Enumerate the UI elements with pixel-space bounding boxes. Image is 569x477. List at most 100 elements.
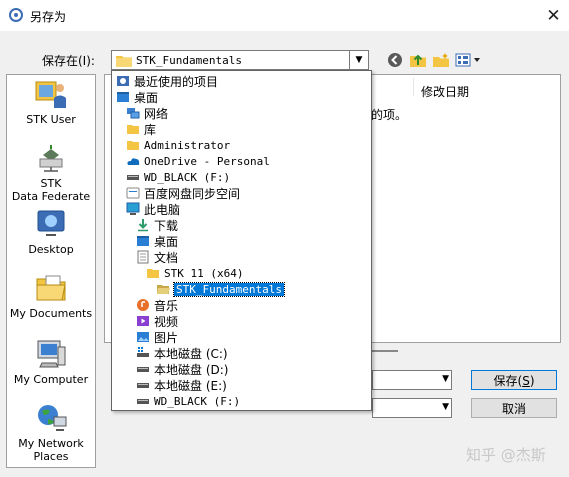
- up-folder-button[interactable]: [408, 52, 428, 70]
- savein-combobox[interactable]: STK_Fundamentals ▼: [111, 50, 369, 70]
- places-bar: STK User STK Data Federate Desktop My Do…: [6, 74, 96, 468]
- up-folder-icon: [409, 52, 427, 71]
- place-label: STK Data Federate: [11, 177, 91, 203]
- folder-icon: [116, 54, 132, 70]
- dropdown-item[interactable]: 视频: [136, 313, 178, 329]
- computer-icon: [34, 339, 68, 369]
- dropdown-item[interactable]: 此电脑: [126, 201, 180, 217]
- place-label: My Computer: [13, 373, 89, 386]
- place-my-network-places[interactable]: My Network Places: [7, 403, 95, 463]
- dropdown-item[interactable]: 文档: [136, 249, 178, 265]
- dropdown-item-label: 桌面: [134, 90, 159, 105]
- place-label: Desktop: [28, 243, 74, 256]
- dropdown-item[interactable]: 下载: [136, 217, 178, 233]
- library-icon: [126, 122, 140, 136]
- document-icon: [136, 250, 150, 264]
- new-folder-button[interactable]: [431, 52, 451, 70]
- save-button-label: 保存(S): [493, 373, 535, 388]
- dropdown-item[interactable]: WD_BLACK (F:): [136, 393, 240, 409]
- dropdown-item[interactable]: 本地磁盘 (E:): [136, 377, 227, 393]
- place-label: My Documents: [9, 307, 93, 320]
- dropdown-item[interactable]: 网络: [126, 105, 168, 121]
- this-pc-icon: [126, 202, 140, 216]
- column-separator[interactable]: [413, 78, 414, 96]
- desktop-icon: [34, 209, 68, 239]
- download-icon: [136, 218, 150, 232]
- desktop-folder-icon: [136, 234, 150, 248]
- savein-value: STK_Fundamentals: [136, 54, 242, 67]
- dropdown-item-label: 桌面: [154, 234, 179, 249]
- dropdown-item-label: 下载: [154, 218, 179, 233]
- back-button[interactable]: [386, 52, 404, 70]
- window-title: 另存为: [30, 10, 67, 24]
- column-header-date-modified[interactable]: 修改日期: [421, 83, 469, 100]
- dropdown-item[interactable]: WD_BLACK (F:): [126, 169, 230, 185]
- save-button[interactable]: 保存(S): [471, 370, 557, 390]
- dropdown-item[interactable]: 最近使用的项目: [116, 73, 218, 89]
- cloud-drive-icon: [126, 186, 140, 200]
- savein-dropdown-list: 最近使用的项目 桌面 网络库 Administrator OneDrive - Pers…: [111, 70, 372, 411]
- place-my-documents[interactable]: My Documents: [7, 273, 95, 320]
- place-stk-user[interactable]: STK User: [7, 79, 95, 126]
- dropdown-item[interactable]: 本地磁盘 (C:): [136, 345, 228, 361]
- globe-icon: [34, 403, 68, 433]
- user-icon: [34, 79, 68, 109]
- dropdown-item[interactable]: 本地磁盘 (D:): [136, 361, 228, 377]
- chevron-down-icon[interactable]: ▼: [349, 51, 368, 69]
- dropdown-item-label: 图片: [154, 330, 179, 345]
- dropdown-item-label: 音乐: [154, 298, 179, 313]
- dropdown-item-label: 网络: [144, 106, 169, 121]
- drive-icon: [136, 362, 150, 376]
- dropdown-item[interactable]: OneDrive - Personal: [126, 153, 270, 169]
- place-stk-data-federate[interactable]: STK Data Federate: [7, 143, 95, 203]
- user-folder-icon: [126, 138, 140, 152]
- dropdown-item-label: Administrator: [144, 138, 231, 152]
- music-icon: [136, 298, 150, 312]
- dropdown-item[interactable]: STK_Fundamentals: [156, 281, 285, 297]
- chevron-down-icon[interactable]: ▼: [442, 374, 449, 384]
- folder-icon: [146, 266, 160, 280]
- dropdown-item[interactable]: 库: [126, 121, 156, 137]
- dropdown-item[interactable]: STK 11 (x64): [146, 265, 243, 281]
- place-label: My Network Places: [18, 437, 84, 463]
- cancel-button[interactable]: 取消: [471, 398, 557, 418]
- watermark: 知乎 @杰斯: [466, 446, 546, 464]
- dropdown-item-label: WD_BLACK (F:): [144, 170, 231, 184]
- dropdown-item[interactable]: 桌面: [136, 233, 178, 249]
- close-icon: ✕: [546, 5, 561, 26]
- view-menu-button[interactable]: [454, 52, 482, 70]
- view-menu-icon: [455, 53, 481, 70]
- cancel-button-label: 取消: [501, 401, 526, 416]
- filetype-select[interactable]: ▼: [372, 398, 452, 418]
- dropdown-item-label: 库: [144, 122, 157, 137]
- close-button[interactable]: ✕: [538, 0, 569, 31]
- dropdown-item-label: STK 11 (x64): [164, 266, 244, 280]
- title-bar: [0, 0, 569, 31]
- recent-icon: [116, 74, 130, 88]
- horizontal-scrollbar[interactable]: [370, 350, 398, 352]
- dropdown-item[interactable]: 桌面: [116, 89, 158, 105]
- dropdown-item-label: 百度网盘同步空间: [144, 186, 241, 201]
- app-icon: [8, 7, 24, 23]
- dropdown-item[interactable]: 百度网盘同步空间: [126, 185, 240, 201]
- video-icon: [136, 314, 150, 328]
- network-share-icon: [34, 143, 68, 173]
- dropdown-item-label: 本地磁盘 (C:): [154, 346, 228, 361]
- back-icon: [387, 52, 403, 71]
- drive-icon: [136, 394, 150, 408]
- place-label: STK User: [26, 113, 76, 126]
- picture-icon: [136, 330, 150, 344]
- place-desktop[interactable]: Desktop: [7, 209, 95, 256]
- dropdown-item[interactable]: Administrator: [126, 137, 230, 153]
- place-my-computer[interactable]: My Computer: [7, 339, 95, 386]
- chevron-down-icon[interactable]: ▼: [442, 402, 449, 412]
- dropdown-item-label: 此电脑: [144, 202, 181, 217]
- drive-icon: [136, 378, 150, 392]
- open-folder-icon: [156, 282, 170, 296]
- onedrive-icon: [126, 154, 140, 168]
- filename-combobox[interactable]: ▼: [372, 370, 452, 390]
- dropdown-item[interactable]: 音乐: [136, 297, 178, 313]
- dropdown-item[interactable]: 图片: [136, 329, 178, 345]
- savein-label: 保存在(I):: [42, 54, 95, 68]
- dropdown-item-label: 最近使用的项目: [134, 74, 219, 89]
